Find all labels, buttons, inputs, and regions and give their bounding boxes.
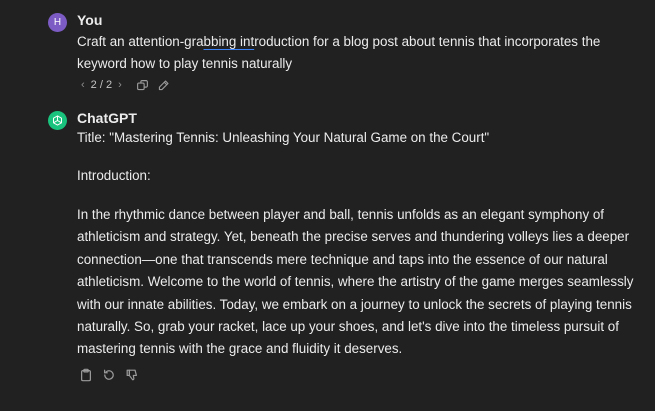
- pencil-icon: [159, 79, 169, 90]
- response-pager: ‹ 2 / 2 ›: [77, 77, 173, 93]
- user-author-name: You: [77, 12, 103, 28]
- thumbs-down-button[interactable]: [123, 366, 141, 384]
- response-body-line: athleticism and strategy. Yet, beneath t…: [77, 229, 630, 245]
- regenerate-button[interactable]: [100, 366, 118, 384]
- response-body-line: connection—one that transcends mere tech…: [77, 251, 608, 267]
- response-body-line: athleticism. Welcome to the world of ten…: [77, 274, 634, 290]
- edit-message-button[interactable]: [155, 76, 173, 94]
- clipboard-icon: [81, 368, 91, 382]
- chatgpt-avatar: [48, 111, 67, 130]
- chat-view: H You Craft an attention-grabbing introd…: [0, 0, 655, 411]
- response-title-line: Title: "Mastering Tennis: Unleashing You…: [77, 130, 490, 145]
- user-text-before: Craft an attention-gra: [77, 34, 204, 49]
- response-intro-label: Introduction:: [77, 168, 151, 183]
- previous-response-button[interactable]: ‹: [77, 79, 89, 91]
- response-count: 2 / 2: [90, 79, 113, 91]
- user-message-line-1: Craft an attention-grabbing introduction…: [77, 31, 637, 53]
- response-body: In the rhythmic dance between player and…: [77, 204, 637, 361]
- copy-prompt-icon: [137, 79, 149, 90]
- next-response-button[interactable]: ›: [114, 79, 126, 91]
- response-body-line: In the rhythmic dance between player and…: [77, 207, 605, 222]
- response-body-line: naturally. So, grab your racket, lace up…: [77, 319, 619, 335]
- copy-response-button[interactable]: [77, 366, 95, 384]
- regenerate-icon: [104, 369, 114, 380]
- user-avatar: H: [48, 13, 67, 32]
- user-message-text: Craft an attention-grabbing introduction…: [77, 31, 637, 76]
- thumbs-down-icon: [126, 369, 137, 381]
- user-text-after: roduction for a blog post about tennis t…: [254, 34, 601, 49]
- user-message-line-2: keyword how to play tennis naturally: [77, 56, 293, 72]
- response-body-line: mastering tennis with the grace and flui…: [77, 341, 403, 357]
- response-actions: [77, 366, 141, 384]
- spellcheck-underlined-text: bbing int: [203, 34, 255, 49]
- copy-prompt-button[interactable]: [134, 76, 152, 94]
- response-body-line: with our innate abilities. Today, we emb…: [77, 296, 632, 312]
- assistant-author-name: ChatGPT: [77, 110, 137, 126]
- openai-logo-icon: [53, 115, 62, 126]
